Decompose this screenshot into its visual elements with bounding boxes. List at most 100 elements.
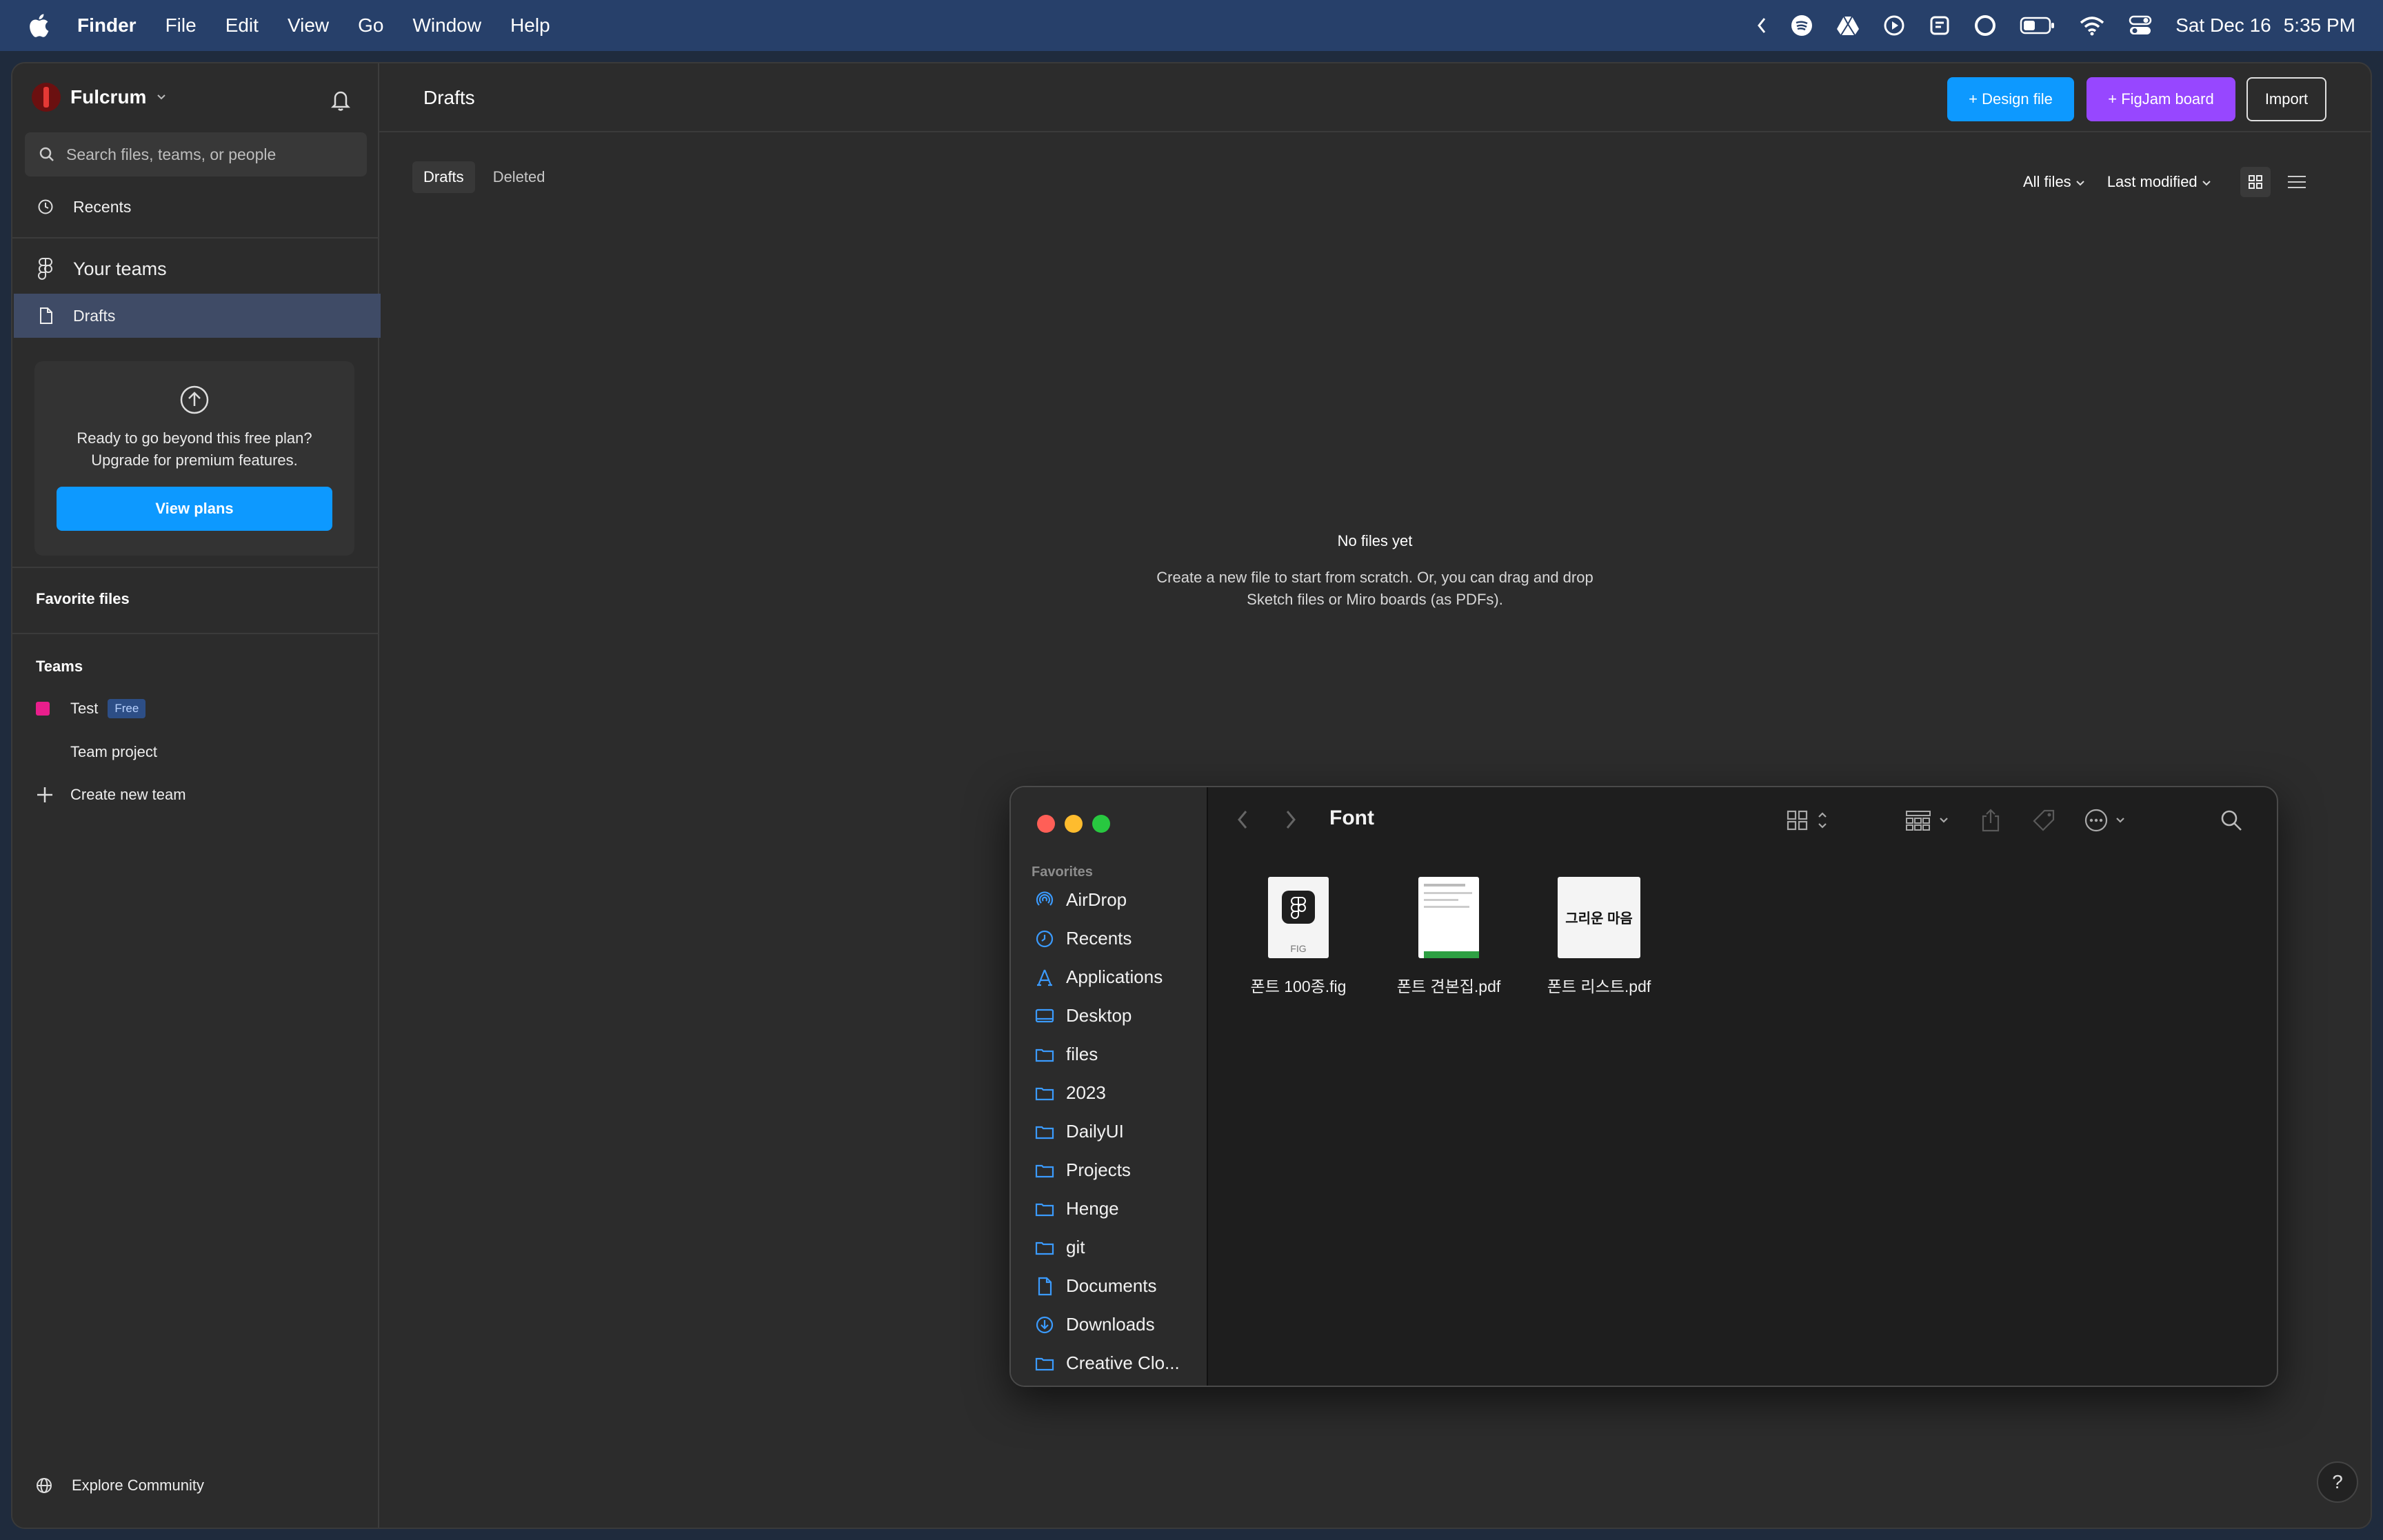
menu-file[interactable]: File [165,14,197,37]
finder-sidebar-henge[interactable]: Henge [1034,1198,1119,1219]
thumbnail-text: 그리운 마음 [1565,911,1633,926]
tab-drafts[interactable]: Drafts [412,161,475,193]
import-button[interactable]: Import [2246,77,2326,121]
apple-icon[interactable] [28,13,50,38]
list-view-icon[interactable] [2286,167,2308,197]
file-name: 폰트 리스트.pdf [1547,977,1651,995]
clock-icon [38,199,53,214]
finder-sidebar-desktop[interactable]: Desktop [1034,1005,1132,1026]
forward-icon[interactable] [1284,808,1298,831]
sidebar-item-drafts[interactable]: Drafts [14,294,381,338]
folder-icon [1035,1087,1054,1100]
battery-icon[interactable] [2020,16,2055,35]
more-actions-icon[interactable] [2084,808,2133,833]
sort-dropdown[interactable]: Last modified [2107,173,2211,191]
finder-sidebar-label: 2023 [1066,1082,1106,1103]
spotify-icon[interactable] [1791,14,1813,37]
tag-icon[interactable] [2031,808,2056,833]
create-team-button[interactable]: Create new team [36,786,186,804]
finder-sidebar-applications[interactable]: Applications [1034,966,1163,988]
airdrop-icon [1036,891,1054,906]
upgrade-card: Ready to go beyond this free plan? Upgrad… [34,361,354,556]
search-input[interactable] [66,145,356,164]
finder-sidebar-downloads[interactable]: Downloads [1034,1314,1155,1335]
page-title: Drafts [423,87,475,108]
finder-sidebar-recents[interactable]: Recents [1034,928,1132,949]
new-figjam-board-button[interactable]: + FigJam board [2087,77,2235,121]
tab-deleted[interactable]: Deleted [482,161,556,193]
finder-sidebar-dailyui[interactable]: DailyUI [1034,1121,1124,1142]
pdf-thumbnail [1418,877,1479,958]
view-plans-button[interactable]: View plans [57,487,332,531]
drafts-tabs: Drafts Deleted [412,161,556,193]
menu-view[interactable]: View [288,14,329,37]
all-files-dropdown[interactable]: All files [2023,173,2085,191]
grid-view-button[interactable] [2240,167,2271,197]
finder-sidebar-label: files [1066,1044,1098,1064]
download-icon [1036,1316,1054,1333]
explore-community-link[interactable]: Explore Community [36,1477,204,1495]
finder-toolbar: Font [1208,787,2277,853]
file-icon [40,307,52,324]
finder-sidebar-airdrop[interactable]: AirDrop [1034,889,1127,911]
chevron-down-icon [2076,181,2084,186]
menu-help[interactable]: Help [510,14,550,37]
file-name: 폰트 100종.fig [1250,977,1347,995]
finder-sidebar-projects[interactable]: Projects [1034,1159,1131,1181]
search-icon[interactable] [2219,808,2244,833]
control-center-icon[interactable] [2129,14,2152,37]
folder-icon [1035,1242,1054,1255]
thumbnail-text-line [1424,884,1465,886]
team-project-item[interactable]: Team project [70,743,157,761]
file-item[interactable]: 그리운 마음 폰트 리스트.pdf [1534,877,1665,997]
chevron-down-icon [157,94,166,100]
sidebar: Fulcrum Recents Your teams Drafts Ready … [12,63,381,1528]
group-by-icon[interactable] [1904,808,1954,833]
finder-sidebar-files[interactable]: files [1034,1044,1098,1065]
menu-edit[interactable]: Edit [225,14,259,37]
record-icon[interactable] [1974,14,1996,37]
new-design-file-button[interactable]: + Design file [1947,77,2074,121]
share-icon[interactable] [1980,808,2001,833]
menu-go[interactable]: Go [358,14,383,37]
finder-sidebar-git[interactable]: git [1034,1237,1085,1258]
icon-view-icon[interactable] [1786,808,1834,833]
drive-icon[interactable] [1836,15,1860,36]
chevron-left-icon[interactable] [1756,16,1767,35]
divider [12,567,379,568]
file-item[interactable]: 폰트 견본집.pdf [1383,877,1514,997]
team-item-test[interactable]: Test Free [36,699,146,718]
workspace-switcher[interactable]: Fulcrum [32,83,167,112]
finder-window: Favorites AirDrop Recents Applications D… [1009,786,2278,1387]
zoom-window-button[interactable] [1092,815,1110,833]
file-item[interactable]: FIG 폰트 100종.fig [1233,877,1364,997]
close-window-button[interactable] [1037,815,1055,833]
view-toggle [2240,167,2308,197]
folder-icon [1035,1203,1054,1216]
wifi-icon[interactable] [2079,15,2105,36]
sidebar-item-your-teams[interactable]: Your teams [12,248,379,290]
clipboard-icon[interactable] [1929,14,1951,37]
favorites-heading: Favorites [1032,864,1093,880]
bell-icon[interactable] [330,88,352,112]
divider [12,633,379,634]
help-button[interactable]: ? [2317,1461,2358,1503]
thumbnail-green-bar [1424,951,1479,958]
menu-app-name[interactable]: Finder [77,14,137,37]
sidebar-item-recents[interactable]: Recents [12,186,379,227]
back-icon[interactable] [1236,808,1249,831]
minimize-window-button[interactable] [1065,815,1083,833]
play-circle-icon[interactable] [1883,14,1905,37]
finder-sidebar-2023[interactable]: 2023 [1034,1082,1106,1104]
clock-icon [1036,930,1054,947]
search-icon [39,147,54,161]
finder-folder-title: Font [1329,807,1374,829]
menu-clock[interactable]: Sat Dec 16 5:35 PM [2175,14,2355,37]
plan-badge: Free [108,699,146,718]
folder-icon [1035,1048,1054,1062]
desktop-icon [1035,1009,1054,1022]
finder-sidebar-creative-cloud[interactable]: Creative Clo... [1034,1352,1180,1374]
finder-sidebar-documents[interactable]: Documents [1034,1275,1157,1297]
figma-logo-icon [1282,891,1315,924]
menu-window[interactable]: Window [412,14,481,37]
